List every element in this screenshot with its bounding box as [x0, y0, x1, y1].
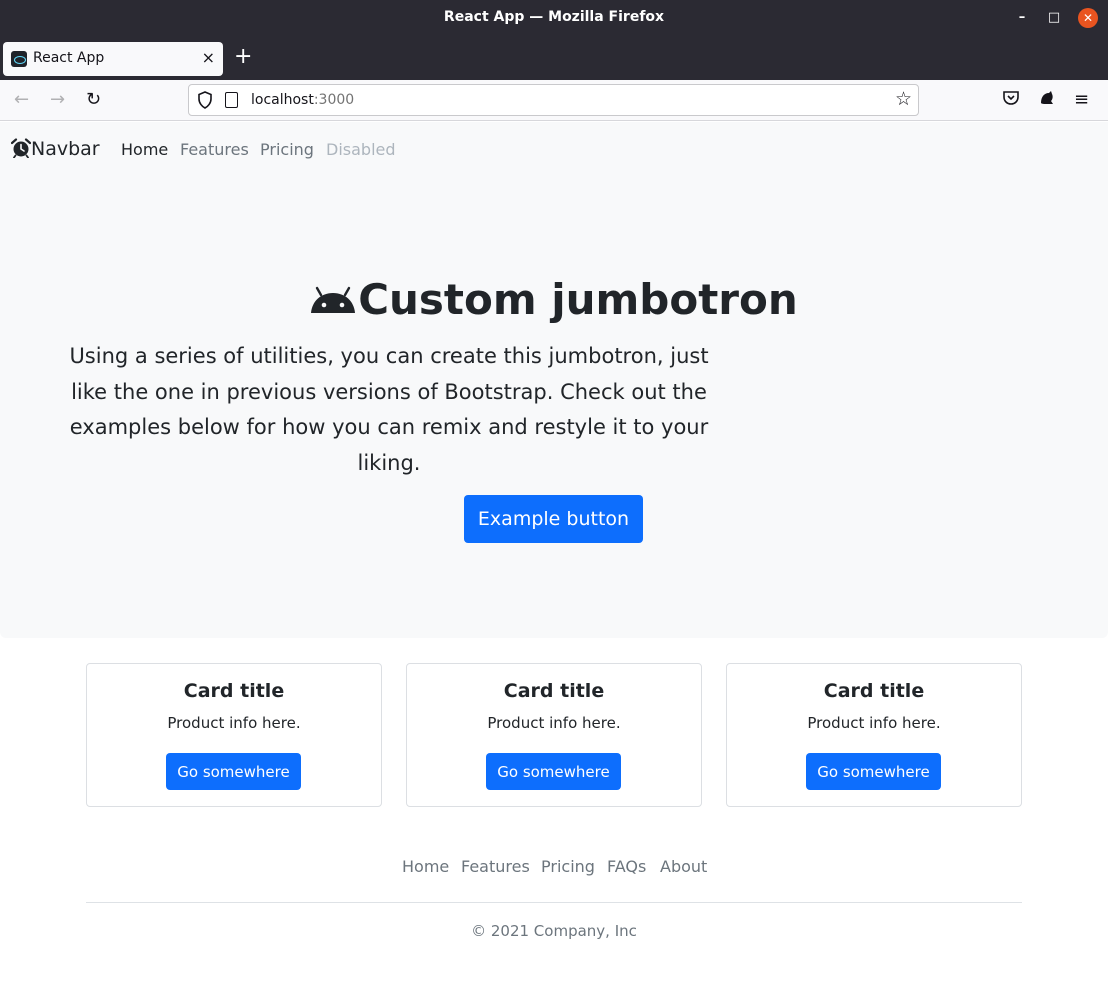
go-somewhere-button[interactable]: Go somewhere — [806, 753, 941, 790]
react-favicon-icon — [11, 51, 27, 67]
footer-link-about[interactable]: About — [660, 857, 707, 876]
maximize-button[interactable]: □ — [1044, 8, 1064, 28]
tracking-shield-icon[interactable] — [197, 91, 213, 109]
go-somewhere-button[interactable]: Go somewhere — [486, 753, 621, 790]
nav-link-pricing[interactable]: Pricing — [260, 140, 314, 159]
navbar-brand-label: Navbar — [31, 138, 100, 160]
close-window-button[interactable]: ✕ — [1078, 8, 1098, 28]
card-title: Card title — [503, 680, 605, 702]
jumbotron-section: Navbar Home Features Pricing Disabled Cu… — [0, 122, 1108, 638]
jumbotron-lead: Using a series of utilities, you can cre… — [69, 344, 709, 475]
pocket-icon[interactable] — [1002, 89, 1020, 107]
android-icon — [311, 286, 356, 313]
bookmark-star-icon[interactable]: ☆ — [895, 88, 912, 110]
tab-label: React App — [33, 50, 105, 66]
product-card: Card title Product info here. Go somewhe… — [406, 663, 702, 807]
url-bar[interactable]: localhost:3000 ☆ — [188, 84, 919, 116]
footer-link-features[interactable]: Features — [461, 857, 530, 876]
nav-link-features[interactable]: Features — [180, 140, 249, 159]
page-info-icon[interactable] — [225, 92, 238, 108]
forward-arrow-icon[interactable]: → — [50, 89, 65, 111]
url-host: localhost — [251, 92, 314, 108]
copyright-text: © 2021 Company, Inc — [471, 922, 637, 940]
url-text[interactable]: localhost:3000 — [251, 92, 354, 108]
footer-link-home[interactable]: Home — [402, 857, 449, 876]
product-card: Card title Product info here. Go somewhe… — [86, 663, 382, 807]
jumbotron-title-text: Custom jumbotron — [358, 275, 798, 324]
card-text: Product info here. — [487, 714, 621, 732]
url-port: :3000 — [313, 92, 355, 108]
tab-strip: React App × + — [0, 36, 1108, 80]
tab-close-icon[interactable]: × — [202, 48, 215, 67]
footer-link-faqs[interactable]: FAQs — [607, 857, 646, 876]
card-text: Product info here. — [807, 714, 941, 732]
window-titlebar: React App — Mozilla Firefox – □ ✕ — [0, 0, 1108, 36]
nav-link-disabled: Disabled — [326, 140, 396, 159]
minimize-button[interactable]: – — [1012, 8, 1032, 28]
tab-react-app[interactable]: React App × — [3, 42, 223, 76]
nav-link-home[interactable]: Home — [121, 140, 168, 159]
hamburger-menu-icon[interactable]: ≡ — [1074, 89, 1089, 110]
page-viewport: Navbar Home Features Pricing Disabled Cu… — [0, 122, 1108, 1003]
card-text: Product info here. — [167, 714, 301, 732]
jumbotron-title: Custom jumbotron — [0, 275, 1108, 324]
card-title: Card title — [183, 680, 285, 702]
footer-divider — [86, 902, 1022, 903]
card-row: Card title Product info here. Go somewhe… — [0, 663, 1108, 807]
reload-icon[interactable]: ↻ — [86, 89, 101, 111]
navbar-brand[interactable]: Navbar — [11, 138, 100, 160]
site-navbar: Navbar Home Features Pricing Disabled — [0, 122, 1108, 178]
extension-icon[interactable] — [1038, 89, 1056, 107]
card-title: Card title — [823, 680, 925, 702]
back-arrow-icon[interactable]: ← — [14, 89, 29, 111]
window-title: React App — Mozilla Firefox — [443, 9, 665, 25]
footer-nav: Home Features Pricing FAQs About — [0, 857, 1108, 881]
go-somewhere-button[interactable]: Go somewhere — [166, 753, 301, 790]
navigation-toolbar: ← → ↻ localhost:3000 ☆ ≡ — [0, 80, 1108, 121]
example-button[interactable]: Example button — [464, 495, 643, 543]
product-card: Card title Product info here. Go somewhe… — [726, 663, 1022, 807]
new-tab-button[interactable]: + — [234, 46, 252, 68]
footer-link-pricing[interactable]: Pricing — [541, 857, 595, 876]
alarm-clock-icon — [11, 138, 31, 158]
